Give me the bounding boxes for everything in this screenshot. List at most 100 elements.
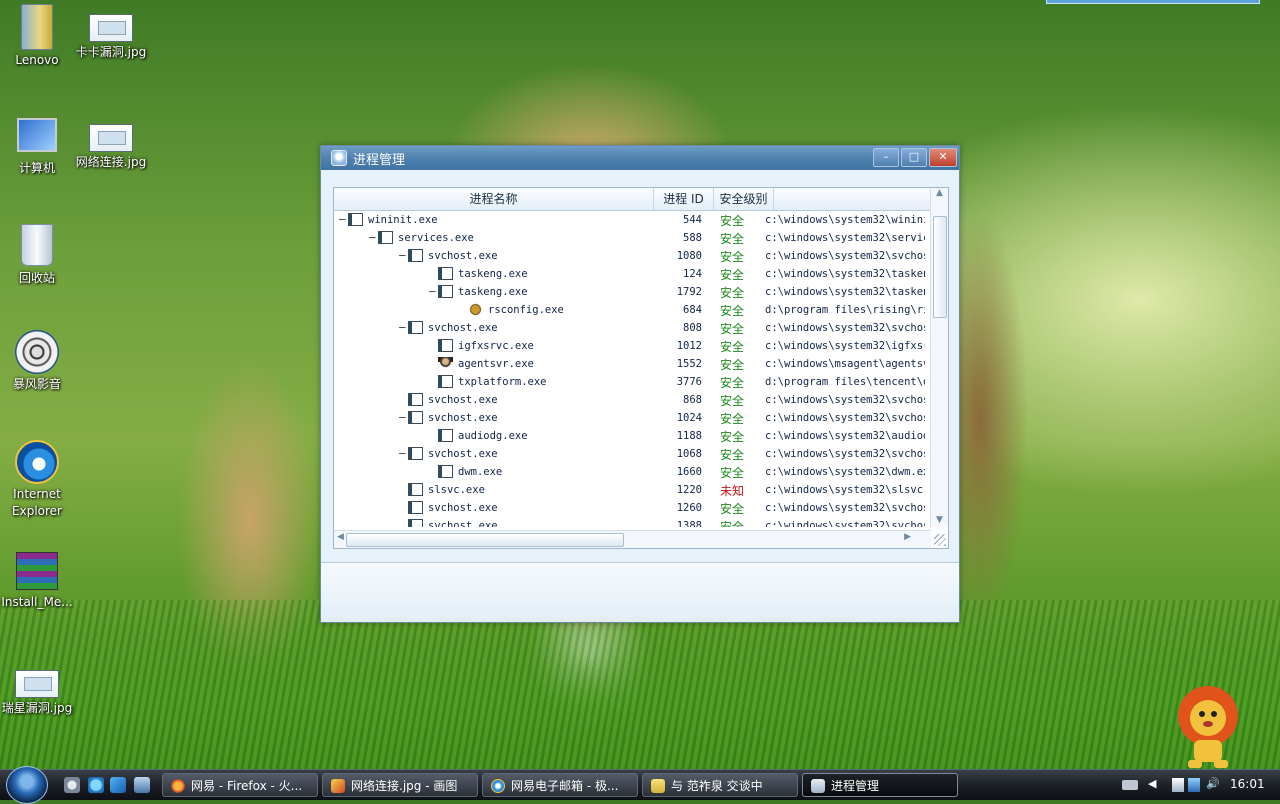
column-header-pid[interactable]: 进程 ID xyxy=(654,188,714,210)
horizontal-scroll-thumb[interactable] xyxy=(346,533,624,547)
minimize-button[interactable]: – xyxy=(873,148,899,167)
process-row[interactable]: rsconfig.exe 684 安全 d:\program files\rising… xyxy=(334,301,931,319)
process-row[interactable]: − svchost.exe 808 安全 c:\windows\system32\svc… xyxy=(334,319,931,337)
process-manager-icon xyxy=(811,779,825,793)
process-rows: − wininit.exe 544 安全 c:\windows\system32\win… xyxy=(334,211,931,527)
process-row[interactable]: agentsvr.exe 1552 安全 c:\windows\msagent\age… xyxy=(334,355,931,373)
desktop-icon-computer[interactable]: 计算机 xyxy=(0,114,74,177)
collapse-toggle-icon[interactable]: − xyxy=(338,211,348,229)
process-row[interactable]: audiodg.exe 1188 安全 c:\windows\system32\aud… xyxy=(334,427,931,445)
process-row[interactable]: svchost.exe 1388 安全 c:\windows\system32\svc… xyxy=(334,517,931,527)
network-icon[interactable] xyxy=(1188,778,1200,792)
keyboard-icon[interactable] xyxy=(1122,780,1138,790)
firefox-icon xyxy=(171,779,185,793)
process-name: rsconfig.exe xyxy=(488,304,564,316)
process-name-cell: − svchost.exe xyxy=(334,247,654,265)
taskbar-item-mail[interactable]: 网易电子邮箱 - 极... xyxy=(482,773,638,797)
vertical-scroll-thumb[interactable] xyxy=(933,216,947,318)
process-row[interactable]: − taskeng.exe 1792 安全 c:\windows\system32\ta… xyxy=(334,283,931,301)
taskbar-item-paint[interactable]: 网络连接.jpg - 画图 xyxy=(322,773,478,797)
volume-icon[interactable]: 🔊 xyxy=(1206,777,1220,790)
security-level: 安全 xyxy=(719,375,744,390)
quicklaunch-ie-icon[interactable] xyxy=(88,777,104,793)
column-header-name[interactable]: 进程名称 xyxy=(334,188,654,210)
security-level: 安全 xyxy=(719,339,744,354)
process-row[interactable]: svchost.exe 868 安全 c:\windows\system32\svch… xyxy=(334,391,931,409)
taskbar-item-chat[interactable]: 与 范祚泉 交谈中 xyxy=(642,773,798,797)
show-desktop-icon[interactable] xyxy=(134,777,150,793)
resize-grip-icon[interactable] xyxy=(934,534,946,546)
process-path: c:\windows\system32\svchos xyxy=(765,502,925,514)
taskbar-item-label: 与 范祚泉 交谈中 xyxy=(671,779,763,793)
rising-lion-mascot-icon[interactable] xyxy=(1168,680,1248,770)
scroll-left-arrow-icon[interactable]: ◀ xyxy=(337,532,344,542)
tray-expand-icon[interactable]: ◀ xyxy=(1148,777,1156,790)
taskbar-item-firefox[interactable]: 网易 - Firefox - 火... xyxy=(162,773,318,797)
process-manager-window: 进程管理 – □ ✕ 进程名称 进程 ID 安全级别 − wininit.exe 5… xyxy=(320,145,960,623)
process-name-cell: − taskeng.exe xyxy=(334,283,654,301)
collapse-toggle-icon[interactable]: − xyxy=(428,283,438,301)
collapse-toggle-icon[interactable]: − xyxy=(398,409,408,427)
desktop-icon-recycle-bin[interactable]: 回收站 xyxy=(0,222,74,287)
collapse-toggle-icon[interactable]: − xyxy=(398,247,408,265)
system-tray: ◀ 🔊 16:01 xyxy=(1120,770,1280,800)
process-name: svchost.exe xyxy=(428,394,498,406)
column-header-security[interactable]: 安全级别 xyxy=(714,188,774,210)
collapse-toggle-icon[interactable]: − xyxy=(368,229,378,247)
collapse-toggle-icon[interactable]: − xyxy=(398,319,408,337)
desktop-icon-network-jpg[interactable]: 网络连接.jpg xyxy=(74,114,148,171)
process-name-cell: svchost.exe xyxy=(334,517,654,527)
process-row[interactable]: taskeng.exe 124 安全 c:\windows\system32\task… xyxy=(334,265,931,283)
process-path: c:\windows\system32\svchos xyxy=(765,412,925,424)
process-icon xyxy=(438,429,453,442)
collapse-toggle-icon[interactable]: − xyxy=(398,445,408,463)
process-row[interactable]: − svchost.exe 1068 安全 c:\windows\system32\sv… xyxy=(334,445,931,463)
process-row[interactable]: − svchost.exe 1080 安全 c:\windows\system32\sv… xyxy=(334,247,931,265)
security-level: 安全 xyxy=(719,411,744,426)
quicklaunch-switch-icon[interactable] xyxy=(110,777,126,793)
taskbar-item-process-manager[interactable]: 进程管理 xyxy=(802,773,958,797)
vertical-scrollbar[interactable]: ▲ ▼ xyxy=(930,188,948,527)
scroll-down-arrow-icon[interactable]: ▼ xyxy=(931,515,948,525)
desktop-icon-lenovo[interactable]: Lenovo xyxy=(0,4,74,69)
start-button[interactable] xyxy=(6,766,48,804)
process-row[interactable]: txplatform.exe 3776 安全 d:\program files\ten… xyxy=(334,373,931,391)
folder-icon xyxy=(21,4,53,50)
process-name-cell: svchost.exe xyxy=(334,499,654,517)
desktop-icon-label: 计算机 xyxy=(18,161,55,175)
process-path: c:\windows\system32\igfxsr xyxy=(765,340,925,352)
taskbar-item-label: 网络连接.jpg - 画图 xyxy=(351,779,458,793)
security-level: 安全 xyxy=(719,267,744,282)
desktop-icon-rising-jpg[interactable]: 瑞星漏洞.jpg xyxy=(0,660,74,717)
desktop-icon-label: 网络连接.jpg xyxy=(75,155,147,169)
process-icon xyxy=(378,231,393,244)
process-row[interactable]: svchost.exe 1260 安全 c:\windows\system32\svc… xyxy=(334,499,931,517)
desktop-icon-kaka-jpg[interactable]: 卡卡漏洞.jpg xyxy=(74,4,148,61)
process-row[interactable]: − services.exe 588 安全 c:\windows\system32\se… xyxy=(334,229,931,247)
process-name: taskeng.exe xyxy=(458,268,528,280)
process-path: c:\windows\system32\audiod xyxy=(765,430,925,442)
process-row[interactable]: dwm.exe 1660 安全 c:\windows\system32\dwm.ex xyxy=(334,463,931,481)
process-path: c:\windows\system32\servic xyxy=(765,232,925,244)
scroll-up-arrow-icon[interactable]: ▲ xyxy=(931,188,948,198)
process-name: audiodg.exe xyxy=(458,430,528,442)
maximize-button[interactable]: □ xyxy=(901,148,927,167)
desktop-icon-baofeng[interactable]: 暴风影音 xyxy=(0,330,74,393)
process-row[interactable]: − wininit.exe 544 安全 c:\windows\system32\win… xyxy=(334,211,931,229)
close-button[interactable]: ✕ xyxy=(929,148,957,167)
tray-app-icon[interactable] xyxy=(1172,778,1184,792)
desktop-icon-label: 回收站 xyxy=(18,271,55,285)
column-header-path[interactable] xyxy=(774,188,931,210)
process-row[interactable]: slsvc.exe 1220 未知 c:\windows\system32\slsvc… xyxy=(334,481,931,499)
process-row[interactable]: − svchost.exe 1024 安全 c:\windows\system32\sv… xyxy=(334,409,931,427)
desktop-icon-install-me[interactable]: Install_Me... xyxy=(0,548,74,611)
title-bar[interactable]: 进程管理 – □ ✕ xyxy=(321,146,959,170)
process-row[interactable]: igfxsrvc.exe 1012 安全 c:\windows\system32\ig… xyxy=(334,337,931,355)
desktop-icon-ie[interactable]: Internet Explorer xyxy=(0,440,74,520)
process-path: c:\windows\msagent\agentsv xyxy=(765,358,925,370)
scroll-right-arrow-icon[interactable]: ▶ xyxy=(904,532,911,542)
security-level: 安全 xyxy=(719,303,744,318)
quicklaunch-tool-icon[interactable] xyxy=(64,777,80,793)
horizontal-scrollbar[interactable]: ◀ ▶ xyxy=(334,530,931,548)
clock[interactable]: 16:01 xyxy=(1230,777,1265,791)
